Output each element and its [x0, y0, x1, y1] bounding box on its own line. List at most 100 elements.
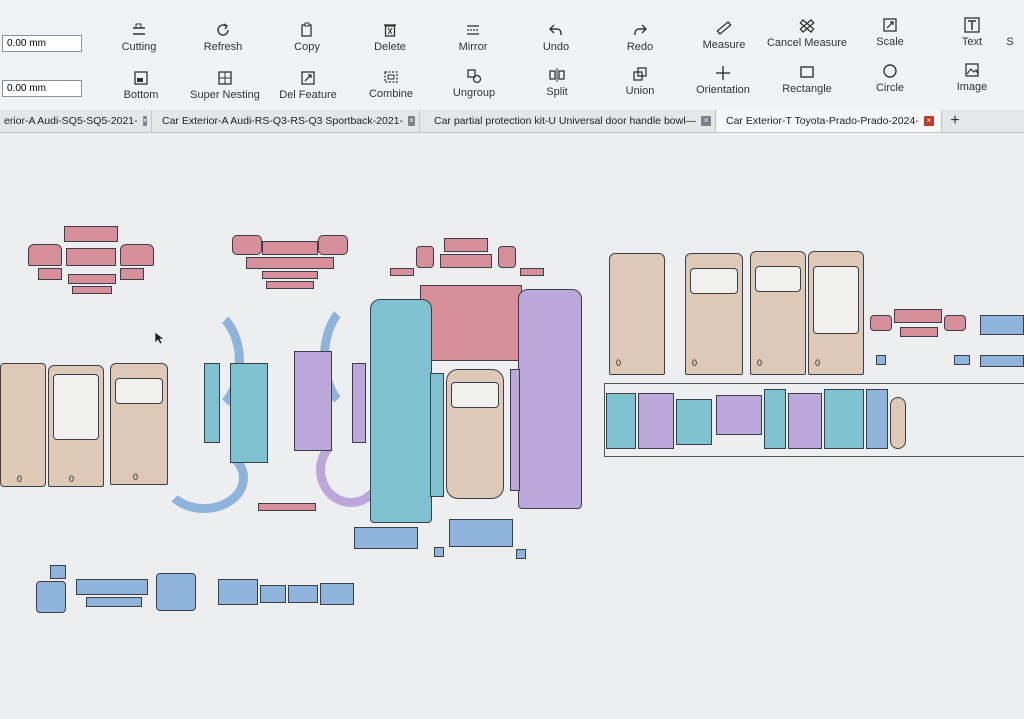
- split-button[interactable]: Split: [514, 67, 600, 98]
- redo-button[interactable]: Redo: [597, 22, 683, 53]
- cancel-measure-button[interactable]: Cancel Measure: [764, 18, 850, 49]
- tab-label: Car Exterior-A Audi-RS-Q3-RS-Q3 Sportbac…: [162, 115, 404, 127]
- pattern-group-right-pink[interactable]: [870, 293, 970, 343]
- pattern-blue-strip-right[interactable]: [980, 315, 1024, 335]
- offset-y-input[interactable]: [2, 80, 82, 97]
- pattern-blue-small-right-2[interactable]: [876, 355, 886, 365]
- tab-universal-door-handle[interactable]: Car partial protection kit-U Universal d…: [420, 110, 716, 132]
- door-mark: 0: [133, 472, 139, 482]
- measure-icon: [716, 21, 732, 35]
- undo-button[interactable]: Undo: [513, 22, 599, 53]
- tab-audi-rs-q3[interactable]: Car Exterior-A Audi-RS-Q3-RS-Q3 Sportbac…: [152, 110, 420, 132]
- door-mark: 0: [757, 358, 763, 368]
- pattern-door-2[interactable]: 0: [685, 253, 743, 375]
- bottom-icon: [134, 71, 148, 85]
- pattern-blue-small-right[interactable]: [954, 355, 970, 365]
- pattern-bumper-1[interactable]: [354, 527, 418, 549]
- image-button[interactable]: Image: [929, 62, 1015, 93]
- document-tab-bar: erior-A Audi-SQ5-SQ5-2021- × Car Exterio…: [0, 110, 1024, 133]
- s-button[interactable]: S: [980, 17, 1024, 48]
- delete-button[interactable]: Delete: [347, 22, 433, 53]
- orientation-icon: [716, 66, 730, 80]
- pattern-purple-side-2[interactable]: [352, 363, 366, 443]
- del-feature-label: Del Feature: [279, 89, 337, 101]
- pattern-group-bottom-left[interactable]: [36, 563, 202, 619]
- combine-button[interactable]: Combine: [348, 69, 434, 100]
- copy-icon: [301, 22, 312, 37]
- combine-label: Combine: [368, 88, 414, 100]
- pattern-bumper-small-2[interactable]: [516, 549, 526, 559]
- pattern-group-center-small[interactable]: [390, 236, 550, 280]
- copy-label: Copy: [294, 41, 320, 53]
- pattern-pink-small-bottom[interactable]: [258, 503, 316, 511]
- bottom-button[interactable]: Bottom: [98, 70, 184, 101]
- copy-button[interactable]: Copy: [264, 22, 350, 53]
- pattern-door-3[interactable]: 0: [750, 251, 806, 375]
- pattern-group-sheet[interactable]: [606, 385, 906, 455]
- super-nesting-button[interactable]: Super Nesting: [182, 70, 268, 101]
- cutting-canvas[interactable]: 0 0 0 0 0 0 0: [0, 133, 1024, 719]
- close-icon[interactable]: ×: [923, 116, 934, 126]
- orientation-button[interactable]: Orientation: [680, 65, 766, 96]
- pattern-group-audi-front[interactable]: [28, 226, 154, 296]
- pattern-door-1[interactable]: 0: [609, 253, 665, 375]
- circle-button[interactable]: Circle: [847, 63, 933, 94]
- s-icon: [1002, 17, 1018, 33]
- pattern-teal-side-1[interactable]: [230, 363, 268, 463]
- circle-icon: [883, 64, 897, 78]
- scale-button[interactable]: Scale: [847, 17, 933, 48]
- pattern-door-4[interactable]: 0: [808, 251, 864, 375]
- tab-label: Car partial protection kit-U Universal d…: [434, 115, 697, 127]
- del-feature-button[interactable]: Del Feature: [265, 70, 351, 101]
- door-mark: 0: [692, 358, 698, 368]
- tab-toyota-prado[interactable]: Car Exterior-T Toyota-Prado-Prado-2024- …: [716, 110, 942, 132]
- pattern-left-door-2[interactable]: 0: [48, 365, 104, 487]
- pattern-teal-tall-left[interactable]: [370, 299, 432, 523]
- measure-label: Measure: [702, 39, 746, 51]
- ungroup-button[interactable]: Ungroup: [431, 68, 517, 99]
- tab-label: Car Exterior-T Toyota-Prado-Prado-2024-: [726, 115, 919, 127]
- pattern-bumper-2[interactable]: [449, 519, 513, 547]
- union-button[interactable]: Union: [597, 66, 683, 97]
- tab-label: erior-A Audi-SQ5-SQ5-2021-: [4, 115, 138, 127]
- pattern-purple-side-1[interactable]: [294, 351, 332, 451]
- mirror-icon: [467, 25, 479, 35]
- close-icon[interactable]: ×: [408, 116, 415, 126]
- cutting-icon: [133, 23, 145, 35]
- undo-icon: [549, 24, 562, 35]
- del-feature-icon: [301, 71, 315, 85]
- mirror-button[interactable]: Mirror: [430, 22, 516, 53]
- pattern-group-audi-rs[interactable]: [232, 233, 348, 293]
- pattern-roof-center[interactable]: [446, 369, 504, 499]
- super-nesting-label: Super Nesting: [190, 89, 260, 101]
- pattern-purple-tall-right[interactable]: [518, 289, 582, 509]
- combine-icon: [384, 71, 398, 83]
- pattern-teal-strip-c[interactable]: [430, 373, 444, 497]
- door-mark: 0: [616, 358, 622, 368]
- union-icon: [633, 67, 647, 81]
- pattern-group-bottom-mid[interactable]: [218, 579, 356, 607]
- close-icon[interactable]: ×: [701, 116, 711, 126]
- measure-button[interactable]: Measure: [681, 20, 767, 51]
- tab-audi-sq5[interactable]: erior-A Audi-SQ5-SQ5-2021- ×: [0, 110, 152, 132]
- pattern-hood-panel[interactable]: [420, 285, 522, 361]
- new-tab-button[interactable]: +: [944, 110, 966, 132]
- image-label: Image: [956, 81, 988, 93]
- pattern-teal-side-2[interactable]: [204, 363, 220, 443]
- rectangle-button[interactable]: Rectangle: [764, 64, 850, 95]
- refresh-label: Refresh: [203, 41, 243, 53]
- pattern-left-door-1[interactable]: 0: [0, 363, 46, 487]
- cutting-button[interactable]: Cutting: [96, 22, 182, 53]
- pattern-blue-strip-right-2[interactable]: [980, 355, 1024, 367]
- refresh-button[interactable]: Refresh: [180, 22, 266, 53]
- pattern-purple-strip[interactable]: [510, 369, 520, 491]
- delete-icon: [384, 24, 396, 37]
- pattern-bumper-small[interactable]: [434, 547, 444, 557]
- super-nesting-icon: [218, 71, 232, 85]
- close-icon[interactable]: ×: [142, 116, 148, 126]
- delete-label: Delete: [374, 41, 406, 53]
- image-icon: [965, 63, 979, 77]
- offset-x-input[interactable]: [2, 35, 82, 52]
- bottom-label: Bottom: [123, 89, 159, 101]
- refresh-icon: [217, 23, 229, 36]
